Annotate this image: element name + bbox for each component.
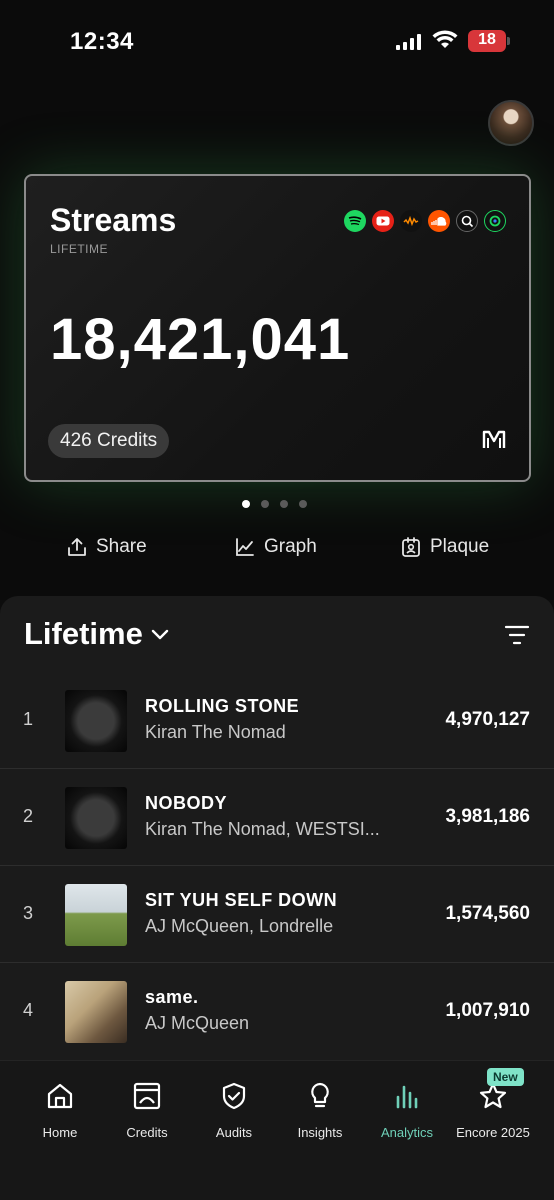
audiomack-icon [400, 210, 422, 232]
tab-encore[interactable]: Encore 2025 [448, 1079, 538, 1140]
tab-home-label: Home [42, 1125, 78, 1140]
card-pager[interactable] [242, 500, 307, 508]
track-row[interactable]: 4 same. AJ McQueen 1,007,910 [0, 963, 554, 1060]
pager-dot-2[interactable] [261, 500, 269, 508]
tab-home[interactable]: Home [15, 1079, 105, 1140]
tab-insights[interactable]: Insights [275, 1079, 365, 1140]
bottom-tab-bar: Home Credits Audits Insights Analytics E… [0, 1060, 554, 1200]
search-platform-icon [456, 210, 478, 232]
panel-title: Lifetime [24, 616, 143, 651]
track-artwork [65, 690, 127, 752]
graph-button[interactable]: Graph [234, 536, 317, 558]
track-artist: AJ McQueen, Londrelle [145, 916, 334, 936]
pager-dot-3[interactable] [280, 500, 288, 508]
battery-icon: 18 [468, 30, 510, 52]
plaque-icon [402, 537, 420, 557]
track-title: ROLLING STONE [145, 696, 300, 716]
streams-card[interactable]: Streams LIFETIME 18,421,041 426 Credits [24, 174, 531, 482]
brand-logo-icon [482, 430, 506, 448]
pager-dot-1[interactable] [242, 500, 250, 508]
tab-insights-label: Insights [297, 1125, 343, 1140]
track-streams: 3,981,186 [445, 806, 530, 827]
track-artist: AJ McQueen [145, 1013, 250, 1033]
streams-total: 18,421,041 [50, 307, 351, 372]
lightbulb-icon [311, 1082, 329, 1108]
track-streams: 1,574,560 [445, 903, 530, 924]
tab-analytics-label: Analytics [380, 1125, 434, 1140]
spotify-icon [344, 210, 366, 232]
card-subtitle: LIFETIME [50, 242, 109, 256]
track-rank: 3 [23, 903, 34, 923]
wifi-icon [432, 30, 458, 48]
track-title: SIT YUH SELF DOWN [145, 890, 338, 910]
track-artwork [65, 884, 127, 946]
new-badge: New [487, 1068, 524, 1086]
share-label: Share [96, 536, 147, 557]
analytics-bars-icon [396, 1085, 418, 1109]
youtube-icon [372, 210, 394, 232]
share-icon [68, 538, 86, 556]
track-rank: 4 [23, 1000, 34, 1020]
soundcloud-icon [428, 210, 450, 232]
track-row[interactable]: 2 NOBODY Kiran The Nomad, WESTSI... 3,98… [0, 769, 554, 866]
cellular-signal-icon [396, 34, 422, 50]
credits-badge[interactable]: 426 Credits [48, 424, 170, 458]
tab-credits[interactable]: Credits [102, 1079, 192, 1140]
track-rank: 2 [23, 806, 34, 826]
track-artist: Kiran The Nomad [145, 722, 286, 742]
graph-icon [236, 538, 254, 556]
tab-encore-label: Encore 2025 [456, 1125, 530, 1140]
track-row[interactable]: 3 SIT YUH SELF DOWN AJ McQueen, Londrell… [0, 866, 554, 963]
tab-credits-label: Credits [126, 1125, 168, 1140]
battery-level: 18 [478, 31, 496, 48]
tab-audits-label: Audits [215, 1125, 253, 1140]
filter-icon[interactable] [504, 624, 530, 646]
status-time: 12:34 [70, 28, 134, 55]
track-row[interactable]: 1 ROLLING STONE Kiran The Nomad 4,970,12… [0, 672, 554, 769]
track-title: NOBODY [145, 793, 228, 813]
track-rank: 1 [23, 709, 34, 729]
plaque-button[interactable]: Plaque [400, 536, 489, 558]
platform-icons [344, 210, 506, 232]
tab-audits[interactable]: Audits [189, 1079, 279, 1140]
status-bar: 12:34 18 [0, 0, 554, 80]
top-tracks-panel: Lifetime 1 ROLLING STONE Kiran The Nomad… [0, 596, 554, 1066]
card-title: Streams [50, 202, 177, 238]
plaque-label: Plaque [430, 536, 490, 557]
credits-icon [133, 1082, 161, 1110]
share-button[interactable]: Share [66, 536, 147, 558]
home-icon [47, 1083, 73, 1109]
track-streams: 1,007,910 [445, 1000, 530, 1021]
card-actions: Share Graph Plaque [0, 536, 554, 566]
shield-check-icon [222, 1082, 246, 1110]
track-artwork [65, 981, 127, 1043]
track-title: same. [145, 987, 199, 1007]
graph-label: Graph [264, 536, 317, 557]
track-artist: Kiran The Nomad, WESTSI... [145, 819, 380, 839]
track-artwork [65, 787, 127, 849]
tab-analytics[interactable]: Analytics [362, 1079, 452, 1140]
period-selector[interactable]: Lifetime [24, 616, 171, 652]
profile-avatar[interactable] [488, 100, 534, 146]
track-streams: 4,970,127 [445, 709, 530, 730]
pager-dot-4[interactable] [299, 500, 307, 508]
circle-platform-icon [484, 210, 506, 232]
chevron-down-icon [151, 629, 169, 640]
